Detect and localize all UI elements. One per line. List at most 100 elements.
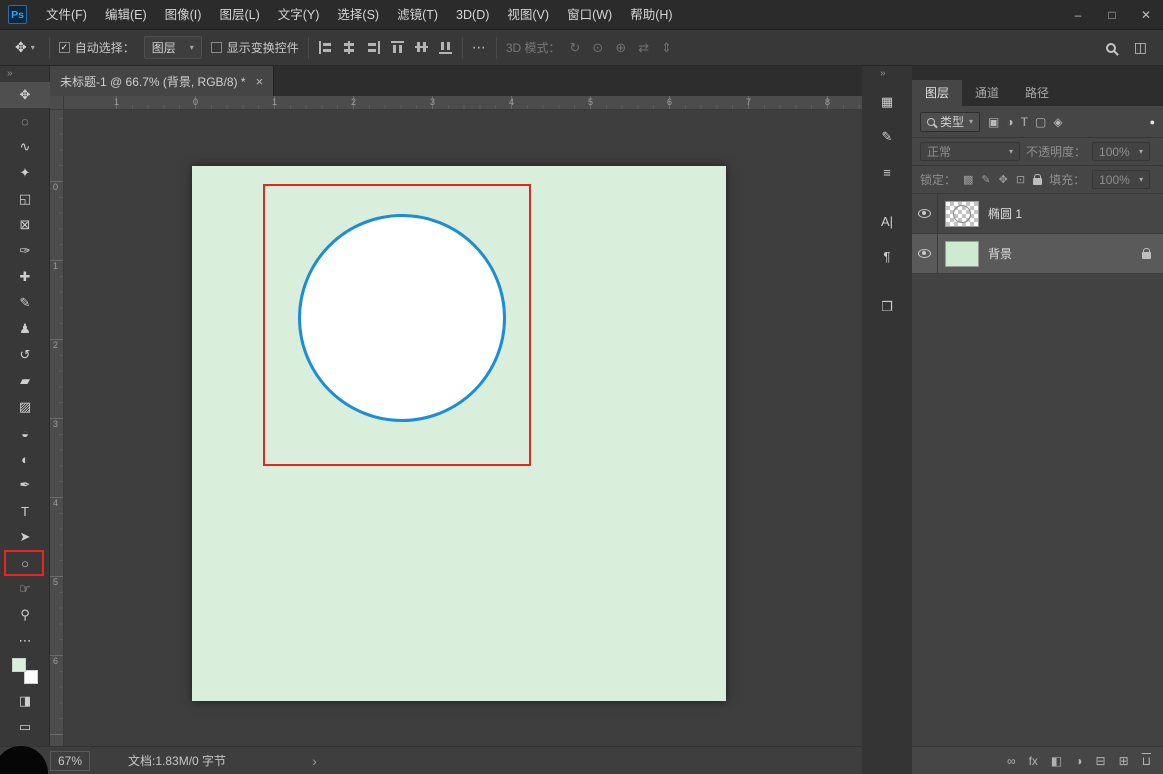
zoom-level[interactable]: 67% xyxy=(50,751,90,771)
clone-source-panel-icon[interactable]: ≡ xyxy=(874,160,900,184)
menu-item-文件(F)[interactable]: 文件(F) xyxy=(37,0,96,29)
lock-artboard-icon[interactable]: ⊡ xyxy=(1016,173,1025,186)
eyedropper-tool[interactable]: ✑ xyxy=(0,238,50,264)
lock-position-icon[interactable]: ✥ xyxy=(999,173,1008,186)
layer-name[interactable]: 椭圆 1 xyxy=(988,205,1022,222)
show-transform-checkbox[interactable]: 显示变换控件 xyxy=(211,39,299,56)
layer-row[interactable]: 椭圆 1 xyxy=(912,194,1163,234)
close-tab-icon[interactable]: × xyxy=(256,74,264,89)
lasso-tool[interactable]: ∿ xyxy=(0,134,50,160)
align-left-icon[interactable] xyxy=(318,41,333,54)
panel-tab-通道[interactable]: 通道 xyxy=(962,80,1012,106)
canvas-area[interactable] xyxy=(64,110,862,746)
filter-pixel-layers-icon[interactable]: ▣ xyxy=(988,115,999,129)
filter-smart-objects-icon[interactable]: ◈ xyxy=(1053,115,1062,129)
3d-panel-icon[interactable]: ❒ xyxy=(874,295,900,319)
dodge-tool[interactable]: ◐ xyxy=(0,446,50,472)
blend-mode-dropdown[interactable]: 正常 ▾ xyxy=(920,142,1020,161)
lock-pixels-icon[interactable]: ✎ xyxy=(981,173,990,186)
layer-effects-icon[interactable]: fx xyxy=(1029,754,1038,768)
menu-item-文字(Y)[interactable]: 文字(Y) xyxy=(269,0,329,29)
healing-brush-tool[interactable]: ✚ xyxy=(0,264,50,290)
auto-select-checkbox[interactable]: ✓ 自动选择： xyxy=(59,39,135,56)
layer-thumbnail[interactable] xyxy=(945,241,979,267)
crop-tool[interactable]: ◱ xyxy=(0,186,50,212)
color-panel-icon[interactable]: ▦ xyxy=(874,90,900,114)
eraser-tool[interactable]: ▰ xyxy=(0,368,50,394)
close-button[interactable]: ✕ xyxy=(1129,0,1163,30)
panel-tab-路径[interactable]: 路径 xyxy=(1012,80,1062,106)
status-chevron-icon[interactable]: › xyxy=(312,753,317,769)
opacity-dropdown[interactable]: 100% ▾ xyxy=(1092,142,1150,161)
fill-dropdown[interactable]: 100% ▾ xyxy=(1092,170,1150,189)
new-layer-icon[interactable]: ⊞ xyxy=(1119,754,1129,768)
brush-tool[interactable]: ✎ xyxy=(0,290,50,316)
frame-tool[interactable]: ⊠ xyxy=(0,212,50,238)
filter-shape-layers-icon[interactable]: ▢ xyxy=(1035,115,1046,129)
adjustment-layer-icon[interactable]: ◑ xyxy=(1075,754,1082,768)
document-tab[interactable]: 未标题-1 @ 66.7% (背景, RGB/8) * × xyxy=(50,66,274,96)
layer-filter-type-dropdown[interactable]: 类型 ▾ xyxy=(920,112,980,132)
align-middle-icon[interactable] xyxy=(415,40,428,55)
menu-item-帮助(H)[interactable]: 帮助(H) xyxy=(621,0,681,29)
menu-item-3D(D)[interactable]: 3D(D) xyxy=(447,0,498,29)
lock-all-icon[interactable] xyxy=(1033,178,1042,185)
pen-tool[interactable]: ✒ xyxy=(0,472,50,498)
toolbar-collapse-button[interactable]: » xyxy=(0,66,49,82)
move-tool[interactable]: ✥ xyxy=(0,82,50,108)
maximize-button[interactable]: □ xyxy=(1095,0,1129,30)
visibility-toggle[interactable] xyxy=(912,194,938,233)
document-canvas[interactable] xyxy=(192,166,726,701)
history-brush-tool[interactable]: ↺ xyxy=(0,342,50,368)
menu-item-选择(S)[interactable]: 选择(S) xyxy=(328,0,388,29)
quick-mask-button[interactable]: ◨ xyxy=(0,688,50,714)
filter-adjustment-layers-icon[interactable]: ◑ xyxy=(1006,115,1013,129)
edit-toolbar-button[interactable]: ⋯ xyxy=(0,628,50,654)
gradient-tool[interactable]: ▨ xyxy=(0,394,50,420)
align-center-icon[interactable] xyxy=(342,41,357,54)
lock-transparency-icon[interactable]: ▩ xyxy=(963,173,973,186)
layer-mask-icon[interactable]: ◧ xyxy=(1051,754,1062,768)
tool-preset-picker[interactable]: ✥ ▾ xyxy=(10,36,40,59)
layer-group-icon[interactable]: ⊟ xyxy=(1096,754,1106,768)
search-icon[interactable] xyxy=(1106,43,1116,53)
panel-tab-图层[interactable]: 图层 xyxy=(912,80,962,106)
menu-item-窗口(W)[interactable]: 窗口(W) xyxy=(558,0,621,29)
vertical-ruler[interactable]: 0123456 xyxy=(50,110,64,746)
brush-settings-panel-icon[interactable]: ✎ xyxy=(874,125,900,149)
screen-mode-button[interactable]: ▭ xyxy=(0,714,50,740)
link-layers-icon[interactable]: ∞ xyxy=(1007,754,1016,768)
menu-item-编辑(E)[interactable]: 编辑(E) xyxy=(96,0,156,29)
panels-collapse-button[interactable]: » xyxy=(862,66,912,82)
layer-name[interactable]: 背景 xyxy=(988,245,1012,262)
minimize-button[interactable]: – xyxy=(1061,0,1095,30)
marquee-tool[interactable]: ◌ xyxy=(0,108,50,134)
visibility-toggle[interactable] xyxy=(912,234,938,273)
align-bottom-icon[interactable] xyxy=(439,40,452,55)
more-options-button[interactable]: ⋯ xyxy=(472,39,487,56)
quick-selection-tool[interactable]: ✦ xyxy=(0,160,50,186)
align-right-icon[interactable] xyxy=(366,41,381,54)
ellipse-tool[interactable]: ○ xyxy=(0,550,50,576)
type-tool[interactable]: T xyxy=(0,498,50,524)
blur-tool[interactable]: ◒ xyxy=(0,420,50,446)
layer-thumbnail[interactable] xyxy=(945,201,979,227)
workspace-switcher-icon[interactable]: ◫ xyxy=(1134,39,1147,56)
menu-item-图层(L)[interactable]: 图层(L) xyxy=(210,0,268,29)
filter-type-layers-icon[interactable]: T xyxy=(1021,115,1028,129)
delete-layer-icon[interactable]: ⊔ xyxy=(1142,754,1151,768)
path-selection-tool[interactable]: ➤ xyxy=(0,524,50,550)
character-panel-icon[interactable]: A| xyxy=(874,209,900,233)
hand-tool[interactable]: ☞ xyxy=(0,576,50,602)
layer-row[interactable]: 背景 xyxy=(912,234,1163,274)
menu-item-滤镜(T)[interactable]: 滤镜(T) xyxy=(388,0,447,29)
auto-select-target-dropdown[interactable]: 图层 ▾ xyxy=(144,36,202,59)
background-color-swatch[interactable] xyxy=(24,670,38,684)
color-swatches[interactable] xyxy=(0,654,50,688)
foreground-color-swatch[interactable] xyxy=(12,658,26,672)
zoom-tool[interactable]: ⚲ xyxy=(0,602,50,628)
align-top-icon[interactable] xyxy=(391,40,404,55)
paragraph-panel-icon[interactable]: ¶ xyxy=(874,244,900,268)
menu-item-图像(I)[interactable]: 图像(I) xyxy=(156,0,211,29)
menu-item-视图(V)[interactable]: 视图(V) xyxy=(498,0,558,29)
